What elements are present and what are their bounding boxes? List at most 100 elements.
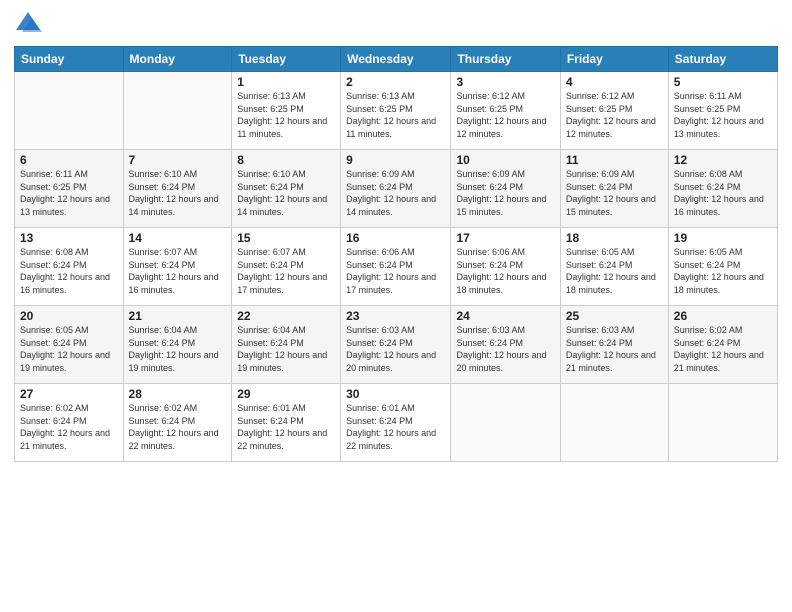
day-number: 5 [674,75,772,89]
calendar-cell: 11Sunrise: 6:09 AM Sunset: 6:24 PM Dayli… [560,150,668,228]
calendar-cell [560,384,668,462]
calendar-cell: 18Sunrise: 6:05 AM Sunset: 6:24 PM Dayli… [560,228,668,306]
weekday-tuesday: Tuesday [232,47,341,72]
day-info: Sunrise: 6:08 AM Sunset: 6:24 PM Dayligh… [20,246,118,296]
calendar-week-row: 13Sunrise: 6:08 AM Sunset: 6:24 PM Dayli… [15,228,778,306]
calendar-cell: 15Sunrise: 6:07 AM Sunset: 6:24 PM Dayli… [232,228,341,306]
calendar-cell: 10Sunrise: 6:09 AM Sunset: 6:24 PM Dayli… [451,150,560,228]
day-number: 18 [566,231,663,245]
calendar-cell: 8Sunrise: 6:10 AM Sunset: 6:24 PM Daylig… [232,150,341,228]
day-info: Sunrise: 6:05 AM Sunset: 6:24 PM Dayligh… [566,246,663,296]
weekday-thursday: Thursday [451,47,560,72]
day-info: Sunrise: 6:06 AM Sunset: 6:24 PM Dayligh… [456,246,554,296]
day-number: 24 [456,309,554,323]
day-info: Sunrise: 6:13 AM Sunset: 6:25 PM Dayligh… [237,90,335,140]
calendar-cell: 16Sunrise: 6:06 AM Sunset: 6:24 PM Dayli… [341,228,451,306]
day-info: Sunrise: 6:09 AM Sunset: 6:24 PM Dayligh… [346,168,445,218]
calendar-cell [15,72,124,150]
day-info: Sunrise: 6:11 AM Sunset: 6:25 PM Dayligh… [674,90,772,140]
calendar-cell [451,384,560,462]
day-number: 17 [456,231,554,245]
day-info: Sunrise: 6:09 AM Sunset: 6:24 PM Dayligh… [456,168,554,218]
calendar-cell: 22Sunrise: 6:04 AM Sunset: 6:24 PM Dayli… [232,306,341,384]
calendar-cell: 20Sunrise: 6:05 AM Sunset: 6:24 PM Dayli… [15,306,124,384]
day-info: Sunrise: 6:03 AM Sunset: 6:24 PM Dayligh… [346,324,445,374]
day-number: 20 [20,309,118,323]
day-number: 6 [20,153,118,167]
day-info: Sunrise: 6:03 AM Sunset: 6:24 PM Dayligh… [456,324,554,374]
logo-icon [14,10,42,38]
weekday-header-row: SundayMondayTuesdayWednesdayThursdayFrid… [15,47,778,72]
calendar-cell: 9Sunrise: 6:09 AM Sunset: 6:24 PM Daylig… [341,150,451,228]
weekday-monday: Monday [123,47,232,72]
day-number: 3 [456,75,554,89]
day-info: Sunrise: 6:02 AM Sunset: 6:24 PM Dayligh… [674,324,772,374]
calendar-cell: 21Sunrise: 6:04 AM Sunset: 6:24 PM Dayli… [123,306,232,384]
calendar-cell: 13Sunrise: 6:08 AM Sunset: 6:24 PM Dayli… [15,228,124,306]
day-info: Sunrise: 6:02 AM Sunset: 6:24 PM Dayligh… [20,402,118,452]
calendar-cell [123,72,232,150]
day-info: Sunrise: 6:10 AM Sunset: 6:24 PM Dayligh… [237,168,335,218]
day-number: 16 [346,231,445,245]
day-number: 14 [129,231,227,245]
day-info: Sunrise: 6:07 AM Sunset: 6:24 PM Dayligh… [237,246,335,296]
calendar-cell: 27Sunrise: 6:02 AM Sunset: 6:24 PM Dayli… [15,384,124,462]
calendar-cell: 12Sunrise: 6:08 AM Sunset: 6:24 PM Dayli… [668,150,777,228]
day-number: 23 [346,309,445,323]
calendar-cell: 24Sunrise: 6:03 AM Sunset: 6:24 PM Dayli… [451,306,560,384]
day-info: Sunrise: 6:10 AM Sunset: 6:24 PM Dayligh… [129,168,227,218]
calendar-cell: 28Sunrise: 6:02 AM Sunset: 6:24 PM Dayli… [123,384,232,462]
weekday-wednesday: Wednesday [341,47,451,72]
calendar-cell: 14Sunrise: 6:07 AM Sunset: 6:24 PM Dayli… [123,228,232,306]
weekday-saturday: Saturday [668,47,777,72]
day-info: Sunrise: 6:11 AM Sunset: 6:25 PM Dayligh… [20,168,118,218]
day-number: 27 [20,387,118,401]
day-number: 10 [456,153,554,167]
day-number: 26 [674,309,772,323]
calendar-cell [668,384,777,462]
calendar-cell: 19Sunrise: 6:05 AM Sunset: 6:24 PM Dayli… [668,228,777,306]
calendar-cell: 25Sunrise: 6:03 AM Sunset: 6:24 PM Dayli… [560,306,668,384]
calendar-cell: 6Sunrise: 6:11 AM Sunset: 6:25 PM Daylig… [15,150,124,228]
day-info: Sunrise: 6:12 AM Sunset: 6:25 PM Dayligh… [456,90,554,140]
day-info: Sunrise: 6:08 AM Sunset: 6:24 PM Dayligh… [674,168,772,218]
day-number: 11 [566,153,663,167]
calendar-cell: 5Sunrise: 6:11 AM Sunset: 6:25 PM Daylig… [668,72,777,150]
calendar-cell: 2Sunrise: 6:13 AM Sunset: 6:25 PM Daylig… [341,72,451,150]
calendar-week-row: 27Sunrise: 6:02 AM Sunset: 6:24 PM Dayli… [15,384,778,462]
day-number: 4 [566,75,663,89]
day-info: Sunrise: 6:04 AM Sunset: 6:24 PM Dayligh… [237,324,335,374]
weekday-sunday: Sunday [15,47,124,72]
day-number: 28 [129,387,227,401]
calendar-week-row: 6Sunrise: 6:11 AM Sunset: 6:25 PM Daylig… [15,150,778,228]
day-info: Sunrise: 6:01 AM Sunset: 6:24 PM Dayligh… [346,402,445,452]
day-info: Sunrise: 6:01 AM Sunset: 6:24 PM Dayligh… [237,402,335,452]
calendar-cell: 4Sunrise: 6:12 AM Sunset: 6:25 PM Daylig… [560,72,668,150]
calendar-table: SundayMondayTuesdayWednesdayThursdayFrid… [14,46,778,462]
day-info: Sunrise: 6:05 AM Sunset: 6:24 PM Dayligh… [674,246,772,296]
calendar-week-row: 1Sunrise: 6:13 AM Sunset: 6:25 PM Daylig… [15,72,778,150]
day-number: 21 [129,309,227,323]
day-number: 13 [20,231,118,245]
page: SundayMondayTuesdayWednesdayThursdayFrid… [0,0,792,612]
day-info: Sunrise: 6:02 AM Sunset: 6:24 PM Dayligh… [129,402,227,452]
day-number: 9 [346,153,445,167]
day-number: 15 [237,231,335,245]
day-info: Sunrise: 6:09 AM Sunset: 6:24 PM Dayligh… [566,168,663,218]
day-info: Sunrise: 6:06 AM Sunset: 6:24 PM Dayligh… [346,246,445,296]
day-info: Sunrise: 6:12 AM Sunset: 6:25 PM Dayligh… [566,90,663,140]
calendar-week-row: 20Sunrise: 6:05 AM Sunset: 6:24 PM Dayli… [15,306,778,384]
calendar-cell: 3Sunrise: 6:12 AM Sunset: 6:25 PM Daylig… [451,72,560,150]
day-info: Sunrise: 6:13 AM Sunset: 6:25 PM Dayligh… [346,90,445,140]
day-info: Sunrise: 6:03 AM Sunset: 6:24 PM Dayligh… [566,324,663,374]
header [14,10,778,38]
calendar-cell: 23Sunrise: 6:03 AM Sunset: 6:24 PM Dayli… [341,306,451,384]
day-number: 2 [346,75,445,89]
day-number: 1 [237,75,335,89]
calendar-cell: 26Sunrise: 6:02 AM Sunset: 6:24 PM Dayli… [668,306,777,384]
calendar-cell: 29Sunrise: 6:01 AM Sunset: 6:24 PM Dayli… [232,384,341,462]
day-number: 8 [237,153,335,167]
weekday-friday: Friday [560,47,668,72]
day-number: 29 [237,387,335,401]
calendar-cell: 30Sunrise: 6:01 AM Sunset: 6:24 PM Dayli… [341,384,451,462]
